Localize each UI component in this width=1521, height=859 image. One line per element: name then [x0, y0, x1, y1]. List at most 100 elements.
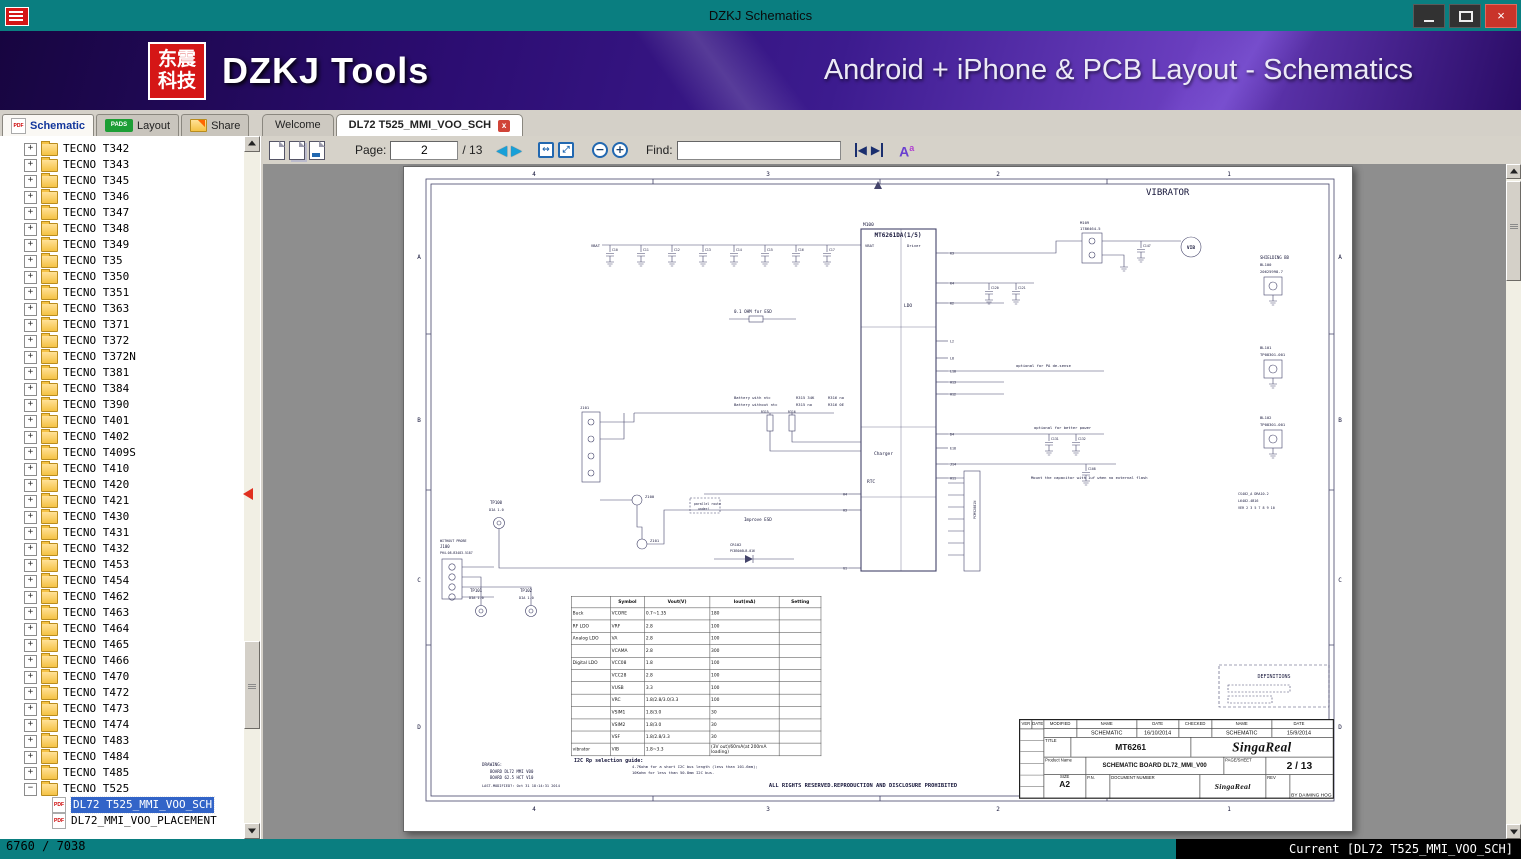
tree-folder-row[interactable]: + TECNO T363 [0, 300, 244, 317]
expand-icon[interactable]: + [24, 222, 37, 236]
expand-icon[interactable]: + [24, 702, 37, 716]
font-size-button[interactable]: Aa [899, 140, 914, 160]
sidebar-scroll-up-icon[interactable] [244, 136, 260, 152]
expand-icon[interactable]: + [24, 606, 37, 620]
previous-page-button[interactable]: ◀ [496, 142, 507, 158]
tree-folder-row[interactable]: + TECNO T465 [0, 636, 244, 653]
expand-icon[interactable]: + [24, 302, 37, 316]
find-previous-button[interactable]: ◀ [854, 143, 867, 157]
tree-folder-row[interactable]: + TECNO T464 [0, 620, 244, 637]
tree-folder-row[interactable]: + TECNO T348 [0, 220, 244, 237]
tree-document-row[interactable]: PDF DL72 T525_MMI_VOO_SCH [0, 796, 244, 814]
doc-tab-current[interactable]: DL72 T525_MMI_VOO_SCH x [335, 114, 524, 136]
tree-folder-row[interactable]: + TECNO T342 [0, 140, 244, 157]
tree-folder-row[interactable]: + TECNO T462 [0, 588, 244, 605]
expand-icon[interactable]: + [24, 510, 37, 524]
tree-folder-row[interactable]: + TECNO T432 [0, 540, 244, 557]
tree-folder-row[interactable]: + TECNO T420 [0, 476, 244, 493]
tree-folder-row[interactable]: + TECNO T431 [0, 524, 244, 541]
expand-icon[interactable]: + [24, 398, 37, 412]
close-button[interactable]: × [1485, 4, 1517, 28]
expand-icon[interactable]: + [24, 638, 37, 652]
tree-folder-row[interactable]: + TECNO T346 [0, 188, 244, 205]
expand-icon[interactable]: + [24, 238, 37, 252]
tree-folder-row[interactable]: + TECNO T473 [0, 700, 244, 717]
expand-icon[interactable]: + [24, 526, 37, 540]
tree-folder-row[interactable]: + TECNO T430 [0, 508, 244, 525]
tree-folder-row[interactable]: + TECNO T401 [0, 412, 244, 429]
expand-icon[interactable]: + [24, 334, 37, 348]
expand-icon[interactable]: + [24, 622, 37, 636]
expand-icon[interactable]: + [24, 382, 37, 396]
sidebar-scroll-thumb[interactable] [244, 641, 260, 729]
tree-folder-row[interactable]: + TECNO T463 [0, 604, 244, 621]
collapse-icon[interactable]: − [24, 782, 37, 796]
tree-folder-row[interactable]: + TECNO T371 [0, 316, 244, 333]
main-scrollbar[interactable] [1506, 164, 1521, 839]
tree-folder-row[interactable]: + TECNO T345 [0, 172, 244, 189]
expand-icon[interactable]: + [24, 462, 37, 476]
expand-icon[interactable]: + [24, 766, 37, 780]
tree-folder-row[interactable]: + TECNO T409S [0, 444, 244, 461]
tree-folder-row[interactable]: + TECNO T347 [0, 204, 244, 221]
expand-icon[interactable]: + [24, 430, 37, 444]
expand-icon[interactable]: + [24, 286, 37, 300]
fit-width-button[interactable]: ↔ [537, 142, 554, 158]
expand-icon[interactable]: + [24, 158, 37, 172]
tree-folder-row[interactable]: + TECNO T483 [0, 732, 244, 749]
fit-page-button[interactable]: ⤢ [557, 142, 574, 158]
tree-folder-row[interactable]: + TECNO T35 [0, 252, 244, 269]
expand-icon[interactable]: + [24, 734, 37, 748]
find-input[interactable] [676, 140, 841, 160]
tree-folder-row[interactable]: + TECNO T351 [0, 284, 244, 301]
document-viewport[interactable]: 4 4 3 3 2 2 1 1 A A B B C C D D K3 K4 K2 L2 L8 L10 H13 H12 D4 E18… [263, 164, 1506, 839]
doc-tab-close-icon[interactable]: x [498, 119, 511, 132]
tree-folder-row[interactable]: + TECNO T410 [0, 460, 244, 477]
tree-folder-row[interactable]: + TECNO T484 [0, 748, 244, 765]
tree-folder-row[interactable]: + TECNO T350 [0, 268, 244, 285]
zoom-out-button[interactable]: − [591, 142, 608, 158]
tree-folder-row[interactable]: + TECNO T485 [0, 764, 244, 781]
tree-folder-row[interactable]: + TECNO T470 [0, 668, 244, 685]
expand-icon[interactable]: + [24, 350, 37, 364]
expand-icon[interactable]: + [24, 142, 37, 156]
tree-folder-row[interactable]: + TECNO T384 [0, 380, 244, 397]
expand-icon[interactable]: + [24, 254, 37, 268]
tree-folder-row[interactable]: + TECNO T421 [0, 492, 244, 509]
tree-folder-row[interactable]: + TECNO T381 [0, 364, 244, 381]
expand-icon[interactable]: + [24, 654, 37, 668]
tree-document-row[interactable]: PDF DL72_MMI_VOO_PLACEMENT [0, 813, 244, 829]
single-page-icon[interactable] [269, 140, 285, 160]
zoom-in-button[interactable]: + [611, 142, 628, 158]
tree-folder-row[interactable]: + TECNO T372 [0, 332, 244, 349]
expand-icon[interactable]: + [24, 206, 37, 220]
tree-folder-row[interactable]: + TECNO T453 [0, 556, 244, 573]
expand-icon[interactable]: + [24, 718, 37, 732]
maximize-button[interactable] [1449, 4, 1481, 28]
main-scroll-up-icon[interactable] [1506, 164, 1521, 179]
minimize-button[interactable] [1413, 4, 1445, 28]
tree-folder-row[interactable]: + TECNO T474 [0, 716, 244, 733]
expand-icon[interactable]: + [24, 190, 37, 204]
expand-icon[interactable]: + [24, 542, 37, 556]
tree-folder-row[interactable]: + TECNO T372N [0, 348, 244, 365]
next-page-button[interactable]: ▶ [511, 142, 522, 158]
tree-folder-row[interactable]: + TECNO T390 [0, 396, 244, 413]
expand-icon[interactable]: + [24, 574, 37, 588]
multi-page-icon[interactable] [289, 140, 305, 160]
expand-icon[interactable]: + [24, 670, 37, 684]
sidebar-scroll-down-icon[interactable] [244, 823, 260, 839]
tree-folder-row[interactable]: + TECNO T466 [0, 652, 244, 669]
expand-icon[interactable]: + [24, 686, 37, 700]
doc-tab-welcome[interactable]: Welcome [262, 114, 334, 136]
expand-icon[interactable]: + [24, 366, 37, 380]
expand-icon[interactable]: + [24, 270, 37, 284]
expand-icon[interactable]: + [24, 558, 37, 572]
tree-folder-row[interactable]: + TECNO T454 [0, 572, 244, 589]
continuous-page-icon[interactable] [309, 140, 325, 160]
expand-icon[interactable]: + [24, 590, 37, 604]
expand-icon[interactable]: + [24, 494, 37, 508]
expand-icon[interactable]: + [24, 414, 37, 428]
tree-folder-row[interactable]: + TECNO T402 [0, 428, 244, 445]
tab-share[interactable]: Share [181, 114, 250, 136]
